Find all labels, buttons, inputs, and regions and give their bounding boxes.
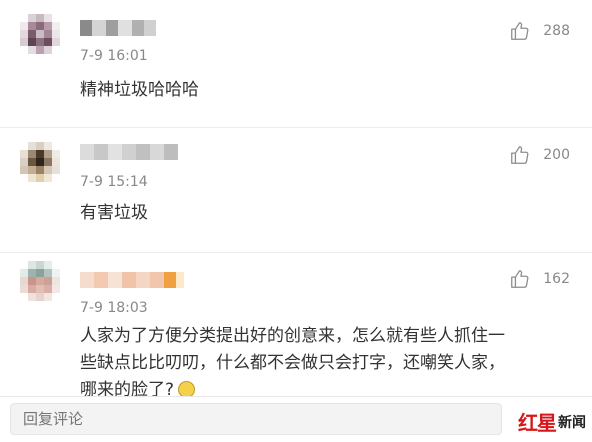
comment-item: 7-9 15:14 200 有害垃圾	[0, 128, 592, 253]
reply-bar: 红星 新闻	[0, 396, 592, 442]
like-button[interactable]: 200	[509, 144, 570, 166]
comment-feed[interactable]: 7-9 16:01 288 精神垃圾哈哈哈 7-9 15:14 200 有害垃圾…	[0, 0, 592, 396]
avatar[interactable]	[20, 261, 60, 301]
watermark-logo: 红星 新闻	[518, 407, 586, 436]
like-button[interactable]: 162	[509, 268, 570, 290]
comment-text-fragment: 哪来的脸了?	[80, 380, 175, 396]
comment-text: 精神垃圾哈哈哈	[80, 77, 572, 104]
comment-text: 人家为了方便分类提出好的创意来，怎么就有些人抓住一 些缺点比比叨叨，什么都不会做…	[80, 323, 572, 396]
thumbs-up-icon	[511, 146, 529, 164]
username[interactable]	[80, 144, 178, 160]
like-count: 200	[543, 147, 570, 163]
like-button[interactable]: 288	[509, 20, 570, 42]
comment-time: 7-9 18:03	[80, 300, 148, 316]
username[interactable]	[80, 20, 156, 36]
comment-text-line: 哪来的脸了?	[80, 377, 572, 396]
username[interactable]	[80, 272, 184, 288]
comment-text: 有害垃圾	[80, 200, 572, 227]
logo-red-text: 红星	[518, 411, 557, 435]
comment-item: 7-9 16:01 288 精神垃圾哈哈哈	[0, 0, 592, 128]
comment-text-line: 有害垃圾	[80, 203, 148, 223]
avatar[interactable]	[20, 14, 60, 54]
comment-time: 7-9 16:01	[80, 48, 148, 64]
avatar[interactable]	[20, 142, 60, 182]
like-count: 288	[543, 23, 570, 39]
comment-text-line: 人家为了方便分类提出好的创意来，怎么就有些人抓住一	[80, 326, 505, 346]
comment-item: 7-9 18:03 162 人家为了方便分类提出好的创意来，怎么就有些人抓住一 …	[0, 253, 592, 396]
thumbs-up-icon	[511, 270, 529, 288]
comment-text-line: 些缺点比比叨叨，什么都不会做只会打字，还嘲笑人家，	[80, 353, 505, 373]
thumbs-up-icon	[511, 22, 529, 40]
comment-time: 7-9 15:14	[80, 174, 148, 190]
emoji-icon	[178, 381, 196, 396]
reply-input[interactable]	[10, 403, 502, 435]
logo-black-text: 新闻	[558, 414, 586, 431]
like-count: 162	[543, 271, 570, 287]
comment-text-line: 精神垃圾哈哈哈	[80, 80, 199, 100]
